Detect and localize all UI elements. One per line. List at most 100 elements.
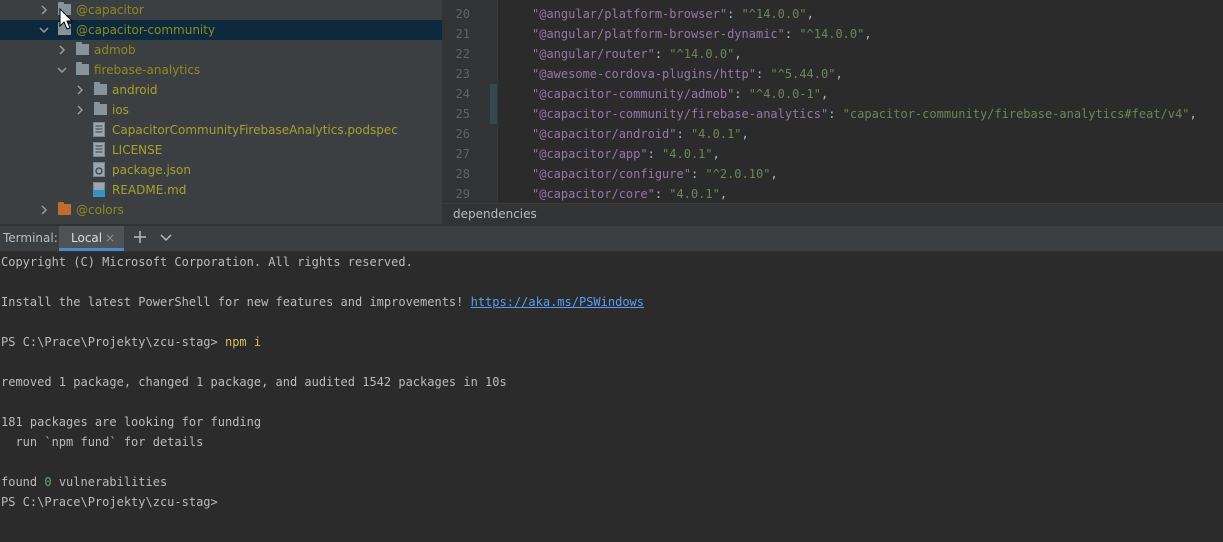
chevron-down-icon[interactable] bbox=[38, 23, 50, 37]
tree-item-colors[interactable]: @colors bbox=[0, 200, 442, 220]
text-file-icon bbox=[93, 122, 105, 137]
code-line: "@capacitor-community/firebase-analytics… bbox=[532, 104, 1197, 124]
json-key: "@capacitor-community/firebase-analytics… bbox=[532, 107, 829, 121]
line-number-gutter: 20 21 22 23 24 25 26 27 28 29 bbox=[442, 0, 497, 203]
json-value: "^2.0.10" bbox=[705, 167, 771, 181]
tree-item-android[interactable]: android bbox=[0, 80, 442, 100]
chevron-right-icon[interactable] bbox=[74, 83, 86, 97]
breadcrumb[interactable]: dependencies bbox=[442, 203, 1223, 225]
chevron-right-icon[interactable] bbox=[56, 43, 68, 57]
terminal-line: removed 1 package, changed 1 package, an… bbox=[1, 375, 507, 389]
punctuation: , bbox=[864, 27, 872, 41]
active-tab-indicator bbox=[59, 248, 124, 251]
line-number: 25 bbox=[455, 107, 470, 121]
line-number: 20 bbox=[455, 7, 470, 21]
terminal-line: run `npm fund` for details bbox=[1, 435, 204, 449]
json-key: "@capacitor-community/admob" bbox=[532, 87, 735, 101]
json-value: "^14.0.0" bbox=[741, 7, 807, 21]
json-key: "@awesome-cordova-plugins/http" bbox=[532, 67, 756, 81]
prompt: PS C:\Prace\Projekty\zcu-stag> bbox=[1, 335, 225, 349]
folder-icon bbox=[76, 62, 89, 75]
tree-item-label: CapacitorCommunityFirebaseAnalytics.pods… bbox=[112, 123, 398, 137]
punctuation: , bbox=[734, 47, 742, 61]
line-number: 28 bbox=[455, 167, 470, 181]
line-number: 27 bbox=[455, 147, 470, 161]
tree-item-package-json[interactable]: package.json bbox=[0, 160, 442, 180]
plus-icon[interactable] bbox=[133, 229, 147, 245]
chevron-down-icon[interactable] bbox=[159, 231, 173, 245]
folder-icon bbox=[94, 102, 107, 115]
folder-icon bbox=[76, 42, 89, 55]
punctuation: : bbox=[734, 87, 749, 101]
tree-item-ios[interactable]: ios bbox=[0, 100, 442, 120]
code-line: "@capacitor/android": "4.0.1", bbox=[532, 124, 749, 144]
terminal-line: Copyright (C) Microsoft Corporation. All… bbox=[1, 255, 413, 269]
folder-icon bbox=[94, 82, 107, 95]
tree-item-firebase-analytics[interactable]: firebase-analytics bbox=[0, 60, 442, 80]
tree-item-license[interactable]: LICENSE bbox=[0, 140, 442, 160]
json-value: "4.0.1" bbox=[690, 127, 742, 141]
json-key: "@capacitor/android" bbox=[532, 127, 677, 141]
folder-icon bbox=[58, 202, 71, 215]
tree-item-label: README.md bbox=[112, 183, 187, 197]
tree-item-label: @colors bbox=[76, 203, 124, 217]
punctuation: : bbox=[647, 147, 663, 161]
project-tree: @capacitor @capacitor-community admob fi… bbox=[0, 0, 442, 224]
terminal-line: PS C:\Prace\Projekty\zcu-stag> bbox=[1, 495, 218, 509]
chevron-right-icon[interactable] bbox=[38, 3, 50, 17]
tree-item-label: admob bbox=[94, 43, 136, 57]
tree-item-podspec[interactable]: CapacitorCommunityFirebaseAnalytics.pods… bbox=[0, 120, 442, 140]
tree-item-admob[interactable]: admob bbox=[0, 40, 442, 60]
tree-item-label: @capacitor-community bbox=[76, 23, 216, 37]
terminal-text: vulnerabilities bbox=[51, 475, 168, 489]
tab-local[interactable]: Local × bbox=[59, 226, 124, 251]
breadcrumb-item[interactable]: dependencies bbox=[453, 207, 537, 221]
json-key: "@angular/platform-browser" bbox=[532, 7, 728, 21]
json-key: "@capacitor/core" bbox=[532, 187, 655, 201]
tree-item-label: @capacitor bbox=[76, 3, 144, 17]
change-marker bbox=[490, 84, 497, 124]
json-key: "@angular/router" bbox=[532, 47, 655, 61]
chevron-down-icon[interactable] bbox=[56, 63, 68, 77]
punctuation: : bbox=[784, 27, 800, 41]
terminal-line: 181 packages are looking for funding bbox=[1, 415, 262, 429]
terminal-text: found bbox=[1, 475, 45, 489]
tree-item-label: android bbox=[112, 83, 158, 97]
text-file-icon bbox=[93, 142, 105, 157]
code-line: "@angular/router": "^14.0.0", bbox=[532, 44, 742, 64]
terminal-output[interactable]: Copyright (C) Microsoft Corporation. All… bbox=[0, 252, 1223, 542]
chevron-right-icon[interactable] bbox=[74, 103, 86, 117]
tree-item-label: firebase-analytics bbox=[94, 63, 201, 77]
tree-item-label: package.json bbox=[112, 163, 192, 177]
json-value: "^4.0.0-1" bbox=[748, 87, 821, 101]
punctuation: , bbox=[821, 87, 829, 101]
line-number: 24 bbox=[455, 87, 470, 101]
chevron-right-icon[interactable] bbox=[38, 203, 50, 217]
json-value: "capacitor-community/firebase-analytics#… bbox=[842, 107, 1190, 121]
tree-item-readme[interactable]: README.md bbox=[0, 180, 442, 200]
punctuation: , bbox=[719, 187, 728, 201]
powershell-link[interactable]: https://aka.ms/PSWindows bbox=[471, 295, 644, 309]
code-line: "@capacitor/core": "4.0.1", bbox=[532, 184, 727, 203]
punctuation: : bbox=[690, 167, 706, 181]
terminal-line: PS C:\Prace\Projekty\zcu-stag> npm i bbox=[1, 332, 261, 352]
code-line: "@angular/platform-browser": "^14.0.0", bbox=[532, 4, 814, 24]
close-icon[interactable]: × bbox=[105, 231, 115, 245]
terminal-line: found 0 vulnerabilities bbox=[1, 472, 167, 492]
line-number: 23 bbox=[455, 67, 470, 81]
punctuation: : bbox=[755, 67, 771, 81]
code-editor[interactable]: 20 21 22 23 24 25 26 27 28 29 "@angular/platform-… bbox=[442, 0, 1223, 203]
json-file-icon bbox=[93, 162, 105, 177]
line-number: 29 bbox=[455, 187, 470, 201]
json-value: "^5.44.0" bbox=[770, 67, 836, 81]
punctuation: : bbox=[676, 127, 691, 141]
json-value: "^14.0.0" bbox=[669, 47, 735, 61]
terminal-title: Terminal: bbox=[3, 231, 58, 245]
tree-item-label: ios bbox=[112, 103, 129, 117]
terminal-line: Install the latest PowerShell for new fe… bbox=[1, 292, 644, 312]
punctuation: , bbox=[712, 147, 720, 161]
punctuation: : bbox=[828, 107, 843, 121]
tree-item-label: LICENSE bbox=[112, 143, 163, 157]
json-value: "^14.0.0" bbox=[799, 27, 865, 41]
code-line: "@awesome-cordova-plugins/http": "^5.44.… bbox=[532, 64, 843, 84]
